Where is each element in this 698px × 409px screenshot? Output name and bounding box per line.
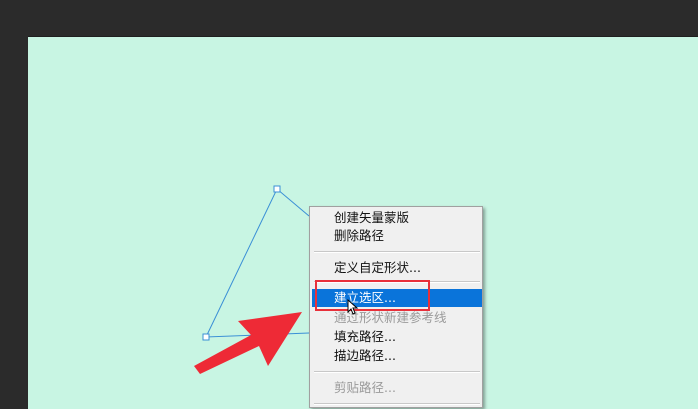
annotation-highlight-box xyxy=(315,280,430,311)
mouse-pointer-icon xyxy=(347,299,359,315)
menu-item-create-vector-mask[interactable]: 创建矢量蒙版 xyxy=(312,209,482,227)
menu-item-stroke-path[interactable]: 描边路径... xyxy=(312,347,482,365)
menu-separator xyxy=(314,371,480,373)
menu-item-define-custom-shape[interactable]: 定义自定形状... xyxy=(312,259,482,277)
menu-separator xyxy=(314,251,480,253)
menu-item-fill-path[interactable]: 填充路径... xyxy=(312,328,482,346)
menu-item-delete-path[interactable]: 删除路径 xyxy=(312,227,482,245)
photoshop-workspace: 创建矢量蒙版 删除路径 定义自定形状... 建立选区... 通过形状新建参考线 … xyxy=(0,0,698,409)
menu-item-clipping-path: 剪贴路径... xyxy=(334,380,396,395)
menu-separator xyxy=(314,403,480,405)
menu-item-new-guides-from-shape: 通过形状新建参考线 xyxy=(334,310,447,325)
